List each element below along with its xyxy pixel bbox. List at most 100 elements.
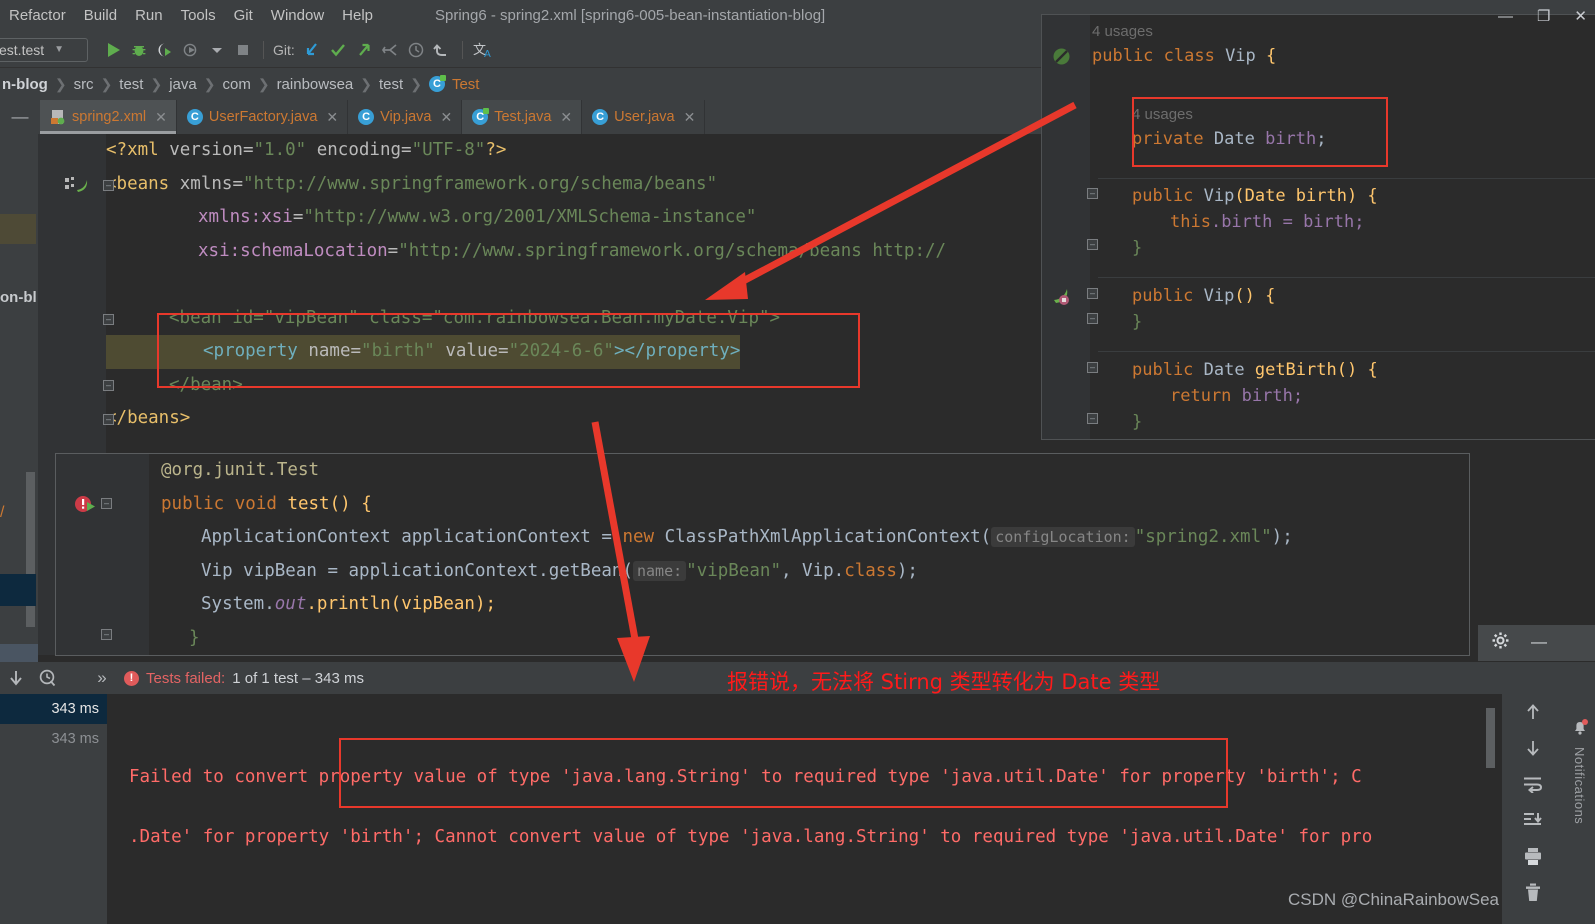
git-commit-icon[interactable] <box>325 35 351 65</box>
vip-java-panel[interactable]: 4 usages public class Vip { 4 usages pri… <box>1041 14 1595 440</box>
chevron-down-icon[interactable] <box>204 35 230 65</box>
usages-hint-class[interactable]: 4 usages <box>1092 19 1153 45</box>
tab-spring2-xml[interactable]: spring2.xml ✕ <box>40 100 177 134</box>
usages-hint-field[interactable]: 4 usages <box>1132 102 1193 128</box>
breadcrumb-item-test[interactable]: test <box>117 76 145 93</box>
menu-item-refactor[interactable]: Refactor <box>0 0 75 32</box>
minimize-icon[interactable]: — <box>1498 8 1513 25</box>
vip-panel-gutter[interactable] <box>1042 15 1090 439</box>
test-method-close: } <box>189 627 200 648</box>
tab-Vip-java[interactable]: C Vip.java ✕ <box>348 100 463 134</box>
minimize-icon[interactable]: — <box>1531 634 1547 652</box>
keyword: private <box>1132 129 1214 149</box>
profile-icon[interactable] <box>178 35 204 65</box>
fold-marker[interactable]: – <box>1087 288 1098 299</box>
variable: vipBean = applicationContext. <box>243 560 549 581</box>
console-scrollbar[interactable] <box>1484 702 1496 902</box>
fold-marker[interactable]: – <box>103 380 114 391</box>
menu-item-git[interactable]: Git <box>225 0 262 32</box>
close-icon[interactable]: ✕ <box>1574 7 1587 25</box>
fold-marker[interactable]: – <box>101 629 112 640</box>
keyword: public void <box>161 493 288 514</box>
breadcrumb-item-module[interactable]: n-blog <box>0 76 50 93</box>
close-icon[interactable]: ✕ <box>684 109 696 126</box>
fold-marker[interactable]: – <box>1087 413 1098 424</box>
fold-marker[interactable]: – <box>1087 188 1098 199</box>
tab-UserFactory-java[interactable]: C UserFactory.java ✕ <box>177 100 349 134</box>
run-icon[interactable] <box>100 35 126 65</box>
tab-Test-java[interactable]: C Test.java ✕ <box>462 100 583 134</box>
breadcrumb-item-test2[interactable]: test <box>377 76 405 93</box>
git-rollback-icon[interactable] <box>377 35 403 65</box>
code-line-6: <bean id="vipBean" class="com.rainbowsea… <box>106 302 780 336</box>
close-icon[interactable]: ✕ <box>155 109 167 126</box>
run-with-coverage-icon[interactable] <box>152 35 178 65</box>
expand-icon[interactable]: » <box>86 668 118 688</box>
git-label: Git: <box>273 41 295 58</box>
collapse-icon[interactable]: — <box>0 100 40 134</box>
code-line-1: <?xml version="1.0" encoding="UTF-8"?> <box>106 134 506 168</box>
scroll-to-end-icon[interactable] <box>1518 808 1548 832</box>
fold-marker[interactable]: – <box>1087 313 1098 324</box>
breadcrumb-item-src[interactable]: src <box>72 76 96 93</box>
gear-icon[interactable] <box>1492 632 1509 654</box>
ctor-name: Vip <box>1203 186 1235 206</box>
no-usage-icon[interactable] <box>1052 47 1071 71</box>
fold-marker[interactable]: – <box>1087 239 1098 250</box>
breadcrumb-item-java[interactable]: java <box>167 76 199 93</box>
test-line-println: System.out.println(vipBean); <box>201 588 496 622</box>
menu-item-build[interactable]: Build <box>75 0 126 32</box>
maximize-icon[interactable]: ❐ <box>1537 7 1550 25</box>
close-icon[interactable]: ✕ <box>326 109 338 126</box>
spring-config-icon[interactable] <box>64 176 90 198</box>
bell-icon[interactable] <box>1571 718 1589 741</box>
breadcrumb-item-rainbowsea[interactable]: rainbowsea <box>275 76 356 93</box>
run-configuration-selector[interactable]: est.test ▼ <box>0 37 88 62</box>
test-tree-row[interactable]: 343 ms <box>0 694 107 724</box>
git-update-icon[interactable] <box>299 35 325 65</box>
test-results-tree[interactable]: 343 ms 343 ms <box>0 694 107 924</box>
test-java-panel[interactable]: – – @org.junit.Test public void test() {… <box>55 453 1470 656</box>
xml-bean-declaration: <bean id="vipBean" class="com.rainbowsea… <box>169 307 781 328</box>
clock-history-icon[interactable] <box>32 669 64 687</box>
chinese-annotation: 报错说，无法将 Stirng 类型转化为 Date 类型 <box>727 670 1161 694</box>
debug-icon[interactable] <box>126 35 152 65</box>
fold-marker[interactable]: – <box>103 180 114 191</box>
spring-bean-icon[interactable] <box>1052 287 1071 311</box>
menu-item-run[interactable]: Run <box>126 0 172 32</box>
trash-icon[interactable] <box>1518 880 1548 904</box>
menu-item-tools[interactable]: Tools <box>172 0 225 32</box>
string-arg: "spring2.xml" <box>1134 527 1272 547</box>
scroll-down-icon[interactable] <box>0 669 32 687</box>
arrow-down-icon[interactable] <box>1518 736 1548 760</box>
test-tree-row[interactable]: 343 ms <box>0 724 107 754</box>
fold-marker[interactable]: – <box>101 498 112 509</box>
xml-value: "birth" <box>361 341 435 361</box>
keyword-new: new <box>622 527 665 547</box>
fold-marker[interactable]: – <box>1087 362 1098 373</box>
tab-User-java[interactable]: C User.java ✕ <box>582 100 706 134</box>
xml-ns-attr: xsi:schemaLocation <box>198 240 388 261</box>
fold-marker[interactable]: – <box>103 314 114 325</box>
git-history-icon[interactable] <box>403 35 429 65</box>
run-test-failed-icon[interactable] <box>74 494 98 521</box>
code-line-8: </bean> <box>106 369 243 403</box>
undo-icon[interactable] <box>429 35 455 65</box>
notifications-strip[interactable]: Notifications <box>1564 694 1595 924</box>
fold-marker[interactable]: – <box>103 414 114 425</box>
close-icon[interactable]: ✕ <box>440 109 452 126</box>
breadcrumb-item-Test[interactable]: Test <box>450 76 482 93</box>
close-icon[interactable]: ✕ <box>560 109 572 126</box>
menu-item-window[interactable]: Window <box>262 0 333 32</box>
soft-wrap-icon[interactable] <box>1518 772 1548 796</box>
arrow-up-icon[interactable] <box>1518 700 1548 724</box>
console-error-line: Failed to convert property value of type… <box>129 767 1362 787</box>
print-icon[interactable] <box>1518 844 1548 868</box>
menu-item-help[interactable]: Help <box>333 0 382 32</box>
git-push-icon[interactable] <box>351 35 377 65</box>
stop-icon[interactable] <box>230 35 256 65</box>
xml-value: "http://www.springframework.org/schema/b… <box>242 173 718 194</box>
translate-icon[interactable]: 文A <box>470 35 496 65</box>
test-panel-gutter[interactable] <box>56 454 149 655</box>
breadcrumb-item-com[interactable]: com <box>220 76 252 93</box>
